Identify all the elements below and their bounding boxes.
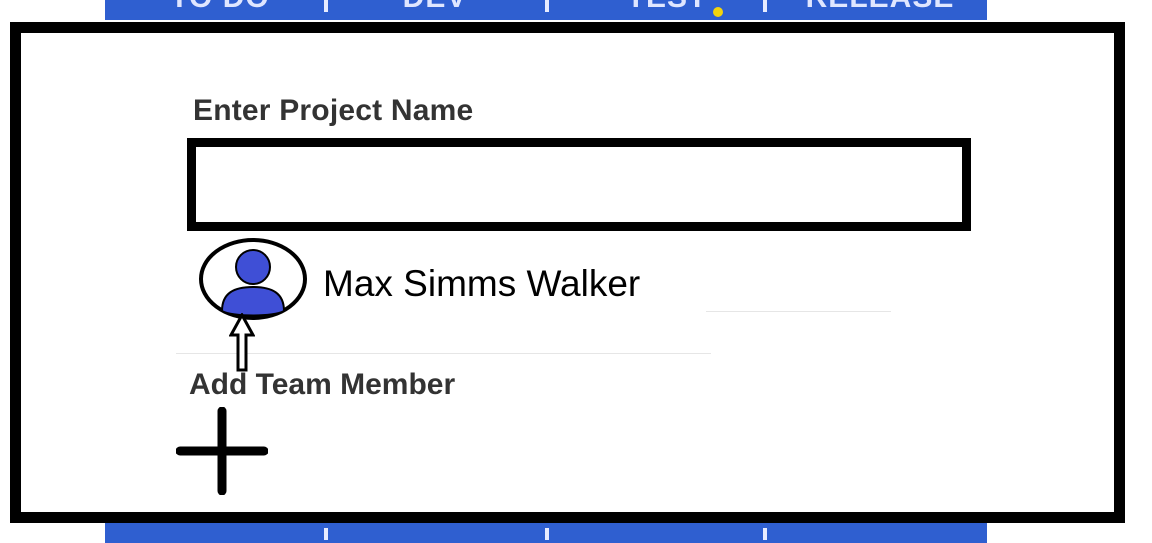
screen: TO DO DEV TEST RELEASE Enter Project Nam… xyxy=(0,0,1152,543)
project-name-input[interactable] xyxy=(187,138,971,231)
column-divider xyxy=(763,528,767,540)
column-divider xyxy=(545,0,549,12)
project-name-label: Enter Project Name xyxy=(193,94,474,127)
divider xyxy=(706,311,891,312)
column-dev[interactable]: DEV xyxy=(370,0,500,20)
team-member-name: Max Simms Walker xyxy=(323,263,641,304)
column-dev-label: DEV xyxy=(403,0,468,13)
kanban-board-footer xyxy=(105,522,987,543)
add-team-member-label: Add Team Member xyxy=(189,368,456,401)
column-test-label: TEST xyxy=(627,0,708,13)
column-divider xyxy=(324,0,328,12)
column-test[interactable]: TEST xyxy=(595,0,755,20)
new-project-dialog: Enter Project Name Max Simms Walker Add … xyxy=(10,22,1125,523)
column-release-label: RELEASE xyxy=(806,0,955,13)
kanban-column-headers: TO DO DEV TEST RELEASE xyxy=(105,0,987,20)
column-divider xyxy=(545,528,549,540)
add-team-member-button[interactable] xyxy=(175,406,269,496)
team-member-avatar[interactable] xyxy=(198,237,308,321)
column-todo[interactable]: TO DO xyxy=(145,0,295,20)
column-release[interactable]: RELEASE xyxy=(795,0,965,20)
column-todo-label: TO DO xyxy=(170,0,269,13)
status-dot-icon xyxy=(713,7,724,17)
column-divider xyxy=(763,0,767,12)
divider xyxy=(176,353,711,354)
user-avatar-icon xyxy=(199,238,307,320)
column-divider xyxy=(324,528,328,540)
mouse-cursor-icon xyxy=(228,311,256,373)
plus-icon xyxy=(175,406,269,496)
